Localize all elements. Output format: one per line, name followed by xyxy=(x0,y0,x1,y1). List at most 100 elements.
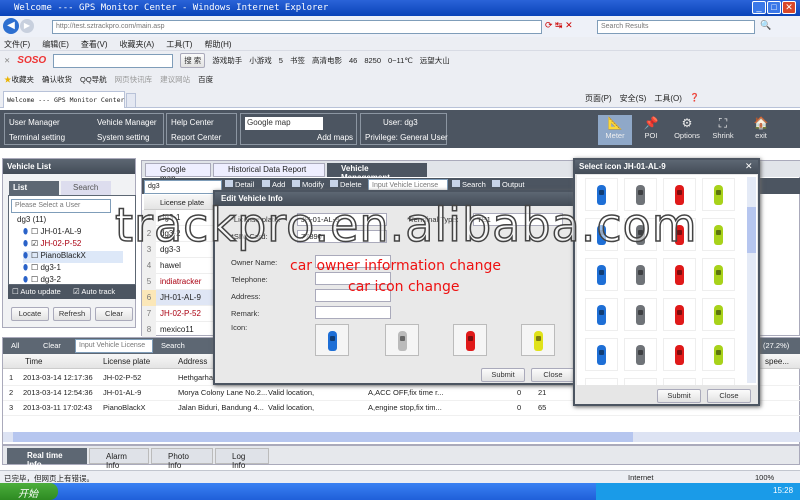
icon-close-button[interactable]: Close xyxy=(707,389,751,403)
icon-option[interactable] xyxy=(315,324,349,356)
icon-option[interactable] xyxy=(453,324,487,356)
cmd-safety[interactable]: 安全(S) xyxy=(620,93,647,104)
cmd-tools[interactable]: 工具(O) xyxy=(654,93,682,104)
tab-photo-info[interactable]: Photo Info xyxy=(151,448,213,470)
menu-favorites[interactable]: 收藏夹(A) xyxy=(120,39,155,49)
icon-choice[interactable] xyxy=(624,338,657,371)
tab-alarm-info[interactable]: Alarm Info xyxy=(89,448,149,470)
table-row[interactable]: 7 JH-02-P-52 xyxy=(142,306,222,322)
icon-choice[interactable] xyxy=(663,338,696,371)
clear-realtime-button[interactable]: Clear xyxy=(43,341,61,350)
close-button[interactable]: Close xyxy=(531,368,575,382)
menu-view[interactable]: 查看(V) xyxy=(81,39,108,49)
zoom-level[interactable]: 100% xyxy=(755,473,774,482)
icon-choice[interactable] xyxy=(663,298,696,331)
soso-item[interactable]: 5 xyxy=(279,56,283,65)
tab-realtime-info[interactable]: Real time Info xyxy=(7,448,87,469)
soso-search-button[interactable]: 搜 索 xyxy=(180,53,206,68)
tree-item[interactable]: ⬮ ☐ dg3-1 xyxy=(23,263,123,275)
close-icon[interactable]: ✕ xyxy=(745,161,753,172)
soso-item[interactable]: 游戏助手 xyxy=(212,55,242,66)
vehicle-manager-menu[interactable]: Vehicle Manager xyxy=(97,118,157,127)
refresh-button[interactable]: Refresh xyxy=(53,307,91,321)
icon-option[interactable] xyxy=(385,324,419,356)
icon-choice[interactable] xyxy=(624,298,657,331)
map-select[interactable]: Google map xyxy=(245,117,323,130)
icon-choice[interactable] xyxy=(585,338,618,371)
icon-choice[interactable] xyxy=(702,218,735,251)
soso-item[interactable]: 小游戏 xyxy=(249,55,272,66)
search-icon[interactable]: 🔍 xyxy=(760,20,771,31)
soso-search-input[interactable] xyxy=(53,53,174,68)
realtime-search-button[interactable]: Search xyxy=(161,341,185,350)
new-tab-button[interactable] xyxy=(126,93,136,108)
icon-submit-button[interactable]: Submit xyxy=(657,389,701,403)
terminal-setting-menu[interactable]: Terminal setting xyxy=(9,133,65,142)
menu-edit[interactable]: 编辑(E) xyxy=(42,39,69,49)
favorite-link[interactable]: 建议网站 xyxy=(160,74,190,85)
icon-choice[interactable] xyxy=(702,338,735,371)
soso-item[interactable]: 0~11℃ xyxy=(388,56,413,65)
back-icon[interactable]: ◀ xyxy=(3,18,19,34)
modify-button[interactable]: Modify xyxy=(292,180,324,189)
icon-choice[interactable] xyxy=(624,378,657,385)
soso-item[interactable]: 46 xyxy=(349,56,357,65)
system-setting-menu[interactable]: System setting xyxy=(97,133,149,142)
tab-search[interactable]: Search xyxy=(61,181,111,195)
forward-icon[interactable]: ▶ xyxy=(20,19,34,33)
table-row[interactable]: 6 JH-01-AL-9 xyxy=(142,290,222,306)
delete-button[interactable]: Delete xyxy=(330,180,362,189)
soso-item[interactable]: 远望大山 xyxy=(420,55,450,66)
close-toolbar-icon[interactable]: ✕ xyxy=(4,56,10,65)
locate-button[interactable]: Locate xyxy=(11,307,49,321)
shrink-button[interactable]: ⛶ Shrink xyxy=(706,115,740,145)
table-row[interactable]: 4 hawel xyxy=(142,258,222,274)
menu-tools[interactable]: 工具(T) xyxy=(166,39,192,49)
refresh-stop-icons[interactable]: ⟳ ↹ ✕ xyxy=(545,20,590,34)
submit-button[interactable]: Submit xyxy=(481,368,525,382)
vm-user-select[interactable]: dg3 xyxy=(144,180,222,194)
favorite-link[interactable]: 确认收货 xyxy=(42,74,72,85)
icon-choice[interactable] xyxy=(702,298,735,331)
icon-choice[interactable] xyxy=(663,258,696,291)
icon-choice[interactable] xyxy=(585,298,618,331)
tab-google-map[interactable]: Google map xyxy=(145,163,211,183)
tab-log-info[interactable]: Log Info xyxy=(215,448,269,470)
add-maps-button[interactable]: Add maps xyxy=(317,133,353,142)
help-icon[interactable]: ❓ xyxy=(690,93,700,104)
options-button[interactable]: ⚙ Options xyxy=(670,115,704,145)
minimize-button[interactable]: _ xyxy=(752,1,766,14)
browser-tab[interactable]: Welcome --- GPS Monitor Center xyxy=(3,91,125,108)
icon-choice[interactable] xyxy=(663,378,696,385)
soso-item[interactable]: 高清电影 xyxy=(312,55,342,66)
meter-button[interactable]: 📐 Meter xyxy=(598,115,632,145)
poi-button[interactable]: 📌 POI xyxy=(634,115,668,145)
report-center-menu[interactable]: Report Center xyxy=(171,133,221,142)
soso-item[interactable]: 8250 xyxy=(364,56,381,65)
tab-list[interactable]: List xyxy=(9,181,59,195)
icon-option[interactable] xyxy=(521,324,555,356)
cmd-page[interactable]: 页面(P) xyxy=(585,93,612,104)
close-window-button[interactable]: ✕ xyxy=(782,1,796,14)
realtime-search-input[interactable]: Input Vehicle License xyxy=(75,339,153,353)
help-center-menu[interactable]: Help Center xyxy=(171,118,214,127)
url-input[interactable]: http://test.sztrackpro.com/main.asp xyxy=(52,20,542,34)
vertical-scrollbar[interactable] xyxy=(747,177,756,383)
add-button[interactable]: Add xyxy=(262,180,285,189)
favorites-button[interactable]: ★收藏夹 xyxy=(4,74,34,85)
icon-choice[interactable] xyxy=(702,258,735,291)
tree-root[interactable]: dg3 (11) xyxy=(17,215,46,224)
favorite-link[interactable]: 网页快讯库 xyxy=(115,74,153,85)
exit-button[interactable]: 🏠 exit xyxy=(744,115,778,145)
maximize-button[interactable]: □ xyxy=(767,1,781,14)
vm-search-button[interactable]: Search xyxy=(452,180,486,189)
tab-vehicle-management[interactable]: Vehicle Management xyxy=(327,163,427,182)
start-button[interactable]: 开始 xyxy=(0,483,58,500)
all-button[interactable]: All xyxy=(11,341,19,350)
tree-item[interactable]: ⬮ ☑ JH-02-P-52 xyxy=(23,239,123,251)
icon-choice[interactable] xyxy=(624,258,657,291)
remark-input[interactable] xyxy=(315,306,391,319)
tab-historical-report[interactable]: Historical Data Report xyxy=(213,163,325,177)
menu-help[interactable]: 帮助(H) xyxy=(204,39,231,49)
search-input[interactable]: Search Results xyxy=(597,20,755,34)
